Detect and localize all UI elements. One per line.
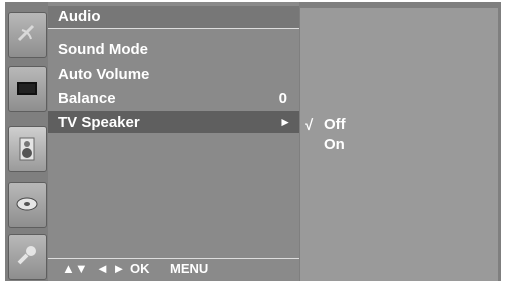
- menu-icon-column: [5, 2, 47, 281]
- ok-label: OK: [130, 261, 150, 276]
- option-on[interactable]: On: [324, 136, 345, 153]
- menu-label: MENU: [170, 261, 209, 276]
- speaker-icon: [19, 137, 35, 161]
- picture-tile[interactable]: [8, 66, 47, 112]
- channel-tile[interactable]: [8, 12, 47, 58]
- audio-menu: Audio Sound Mode Auto Volume Balance 0 T…: [48, 2, 299, 281]
- time-tile[interactable]: [8, 182, 47, 228]
- submenu-arrow-icon: ►: [279, 115, 291, 129]
- menu-item-label: Sound Mode: [58, 41, 148, 58]
- menu-item-value: 0: [278, 90, 287, 107]
- navigation-hint-bar: ▲▼ ◄ ► OK MENU: [48, 258, 299, 277]
- leftright-arrows-icon: ◄ ►: [96, 261, 126, 276]
- option-off[interactable]: Off: [324, 116, 346, 133]
- menu-item-sound-mode[interactable]: Sound Mode: [48, 38, 299, 60]
- menu-item-auto-volume[interactable]: Auto Volume: [48, 63, 299, 85]
- menu-title: Audio: [58, 8, 101, 25]
- check-mark-icon: √: [305, 117, 314, 134]
- menu-item-balance[interactable]: Balance 0: [48, 87, 299, 109]
- option-tile[interactable]: [8, 234, 47, 280]
- menu-item-label: Balance: [58, 90, 116, 107]
- key-icon: [17, 246, 36, 265]
- satellite-dish-icon: [17, 24, 35, 42]
- menu-item-tv-speaker[interactable]: TV Speaker ►: [48, 111, 299, 133]
- menu-item-label: TV Speaker: [58, 114, 140, 131]
- disc-icon: [16, 197, 38, 211]
- menu-item-label: Auto Volume: [58, 66, 150, 83]
- updown-arrows-icon: ▲▼: [62, 261, 88, 276]
- audio-tile[interactable]: [8, 126, 47, 172]
- monitor-icon: [17, 82, 37, 95]
- menu-title-bar: Audio: [48, 6, 299, 29]
